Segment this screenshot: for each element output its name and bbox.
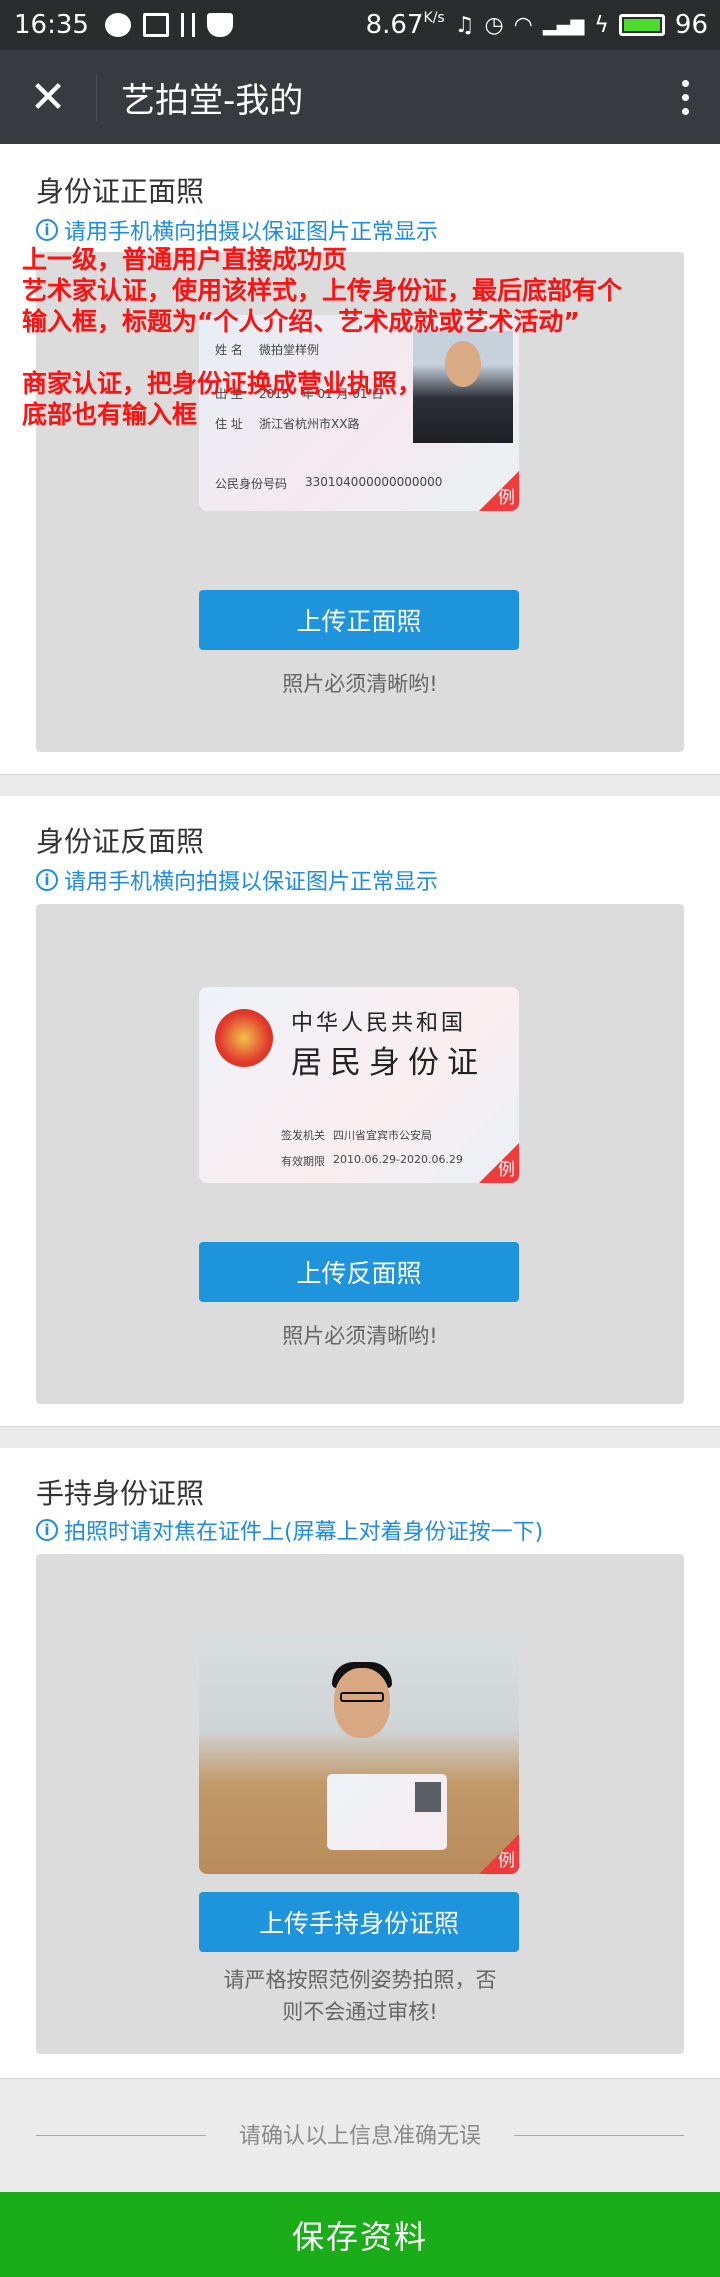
authority-label: 签发机关 <box>281 1129 325 1142</box>
status-bar: 16:35 8.67K/s ♫ ◷ ◠ ▂▄▆ ϟ 96 <box>0 0 720 50</box>
info-icon: i <box>36 869 58 891</box>
section-tip: i 请用手机横向拍摄以保证图片正常显示 <box>36 864 438 896</box>
person-head <box>334 1668 390 1738</box>
annotation-line: 上一级，普通用户直接成功页 <box>22 245 348 274</box>
info-icon: i <box>36 219 58 241</box>
page-title: 艺拍堂-我的 <box>121 80 304 121</box>
validity-value: 2010.06.29-2020.06.29 <box>333 1153 463 1166</box>
authority-value: 四川省宜宾市公安局 <box>333 1129 432 1142</box>
status-right: 8.67K/s ♫ ◷ ◠ ▂▄▆ ϟ 96 <box>366 10 708 40</box>
section-tip: i 拍照时请对焦在证件上(屏幕上对着身份证按一下) <box>36 1514 543 1546</box>
image-icon <box>142 13 169 37</box>
upload-panel: 例 上传手持身份证照 请严格按照范例姿势拍照，否 则不会通过审核! <box>36 1554 684 2054</box>
battery-icon <box>618 14 665 36</box>
divider-right <box>514 2135 684 2136</box>
save-button[interactable]: 保存资料 <box>0 2192 720 2277</box>
section-tip-text: 请用手机横向拍摄以保证图片正常显示 <box>64 870 439 895</box>
network-speed-value: 8.67 <box>365 10 424 40</box>
hint-line: 则不会通过审核! <box>282 2000 438 2024</box>
close-icon: ✕ <box>29 71 67 123</box>
more-button[interactable] <box>650 50 720 144</box>
headphones-icon: ♫ <box>454 12 475 38</box>
annotation-line: 输入框，标题为“个人介绍、艺术成就或艺术活动” <box>22 307 580 336</box>
more-dot <box>681 93 689 101</box>
status-left-icons <box>104 13 233 37</box>
section-title: 手持身份证照 <box>36 1477 205 1510</box>
section-tip-text: 拍照时请对焦在证件上(屏幕上对着身份证按一下) <box>64 1520 544 1545</box>
annotation-line: 艺术家认证，使用该样式，上传身份证，最后底部有个 <box>22 276 623 305</box>
more-dot <box>681 107 689 115</box>
status-time: 16:35 <box>14 10 89 40</box>
id-number-value: 330104000000000000 <box>305 475 443 489</box>
held-card-portrait <box>415 1782 441 1812</box>
hand-held-sample-photo: 例 <box>199 1634 519 1874</box>
example-badge-text: 例 <box>498 1160 515 1180</box>
section-title: 身份证正面照 <box>36 175 205 208</box>
confirm-text: 请确认以上信息准确无误 <box>238 2124 481 2149</box>
network-speed: 8.67K/s <box>366 10 445 40</box>
section-id-front: 身份证正面照 i 请用手机横向拍摄以保证图片正常显示 姓 名 微拍堂样例 出 生 … <box>0 144 720 775</box>
signal-4g-icon: ▂▄▆ <box>542 14 585 36</box>
id-back-sample: 中华人民共和国 居民身份证 签发机关 四川省宜宾市公安局 有效期限 2010.0… <box>199 987 519 1183</box>
hint-line: 请严格按照范例姿势拍照，否 <box>223 1968 497 1992</box>
upload-hint: 照片必须清晰哟! <box>282 1324 438 1348</box>
upload-hand-held-button[interactable]: 上传手持身份证照 <box>199 1892 519 1952</box>
upload-hint: 照片必须清晰哟! <box>282 672 438 696</box>
section-tip-text: 请用手机横向拍摄以保证图片正常显示 <box>64 220 439 245</box>
title-bar: ✕ 艺拍堂-我的 <box>0 50 720 144</box>
section-title: 身份证反面照 <box>36 825 205 858</box>
id-number-label: 公民身份号码 <box>215 477 288 491</box>
upload-hint: 请严格按照范例姿势拍照，否 则不会通过审核! <box>210 1964 510 2028</box>
example-badge-text: 例 <box>498 488 515 508</box>
section-tip: i 请用手机横向拍摄以保证图片正常显示 <box>36 214 438 246</box>
held-id-card <box>327 1774 447 1850</box>
annotation-line: 底部也有输入框 <box>22 400 198 429</box>
validity-label: 有效期限 <box>281 1155 325 1168</box>
card-name: 居民身份证 <box>291 1045 486 1081</box>
upload-panel: 中华人民共和国 居民身份证 签发机关 四川省宜宾市公安局 有效期限 2010.0… <box>36 904 684 1404</box>
close-button[interactable]: ✕ <box>0 50 96 144</box>
country-name: 中华人民共和国 <box>291 1011 467 1036</box>
title-divider <box>96 73 97 121</box>
shield-icon <box>206 13 233 37</box>
glasses <box>340 1692 384 1702</box>
weibo-icon <box>104 13 131 37</box>
upload-front-button[interactable]: 上传正面照 <box>199 590 519 650</box>
section-hand-held: 手持身份证照 i 拍照时请对焦在证件上(屏幕上对着身份证按一下) 例 上传手持身份… <box>0 1448 720 2079</box>
charging-icon: ϟ <box>594 12 609 38</box>
national-emblem-icon <box>215 1009 273 1067</box>
info-icon: i <box>36 1519 58 1541</box>
upload-back-button[interactable]: 上传反面照 <box>199 1242 519 1302</box>
more-vertical-icon <box>681 79 689 87</box>
battery-level: 96 <box>674 10 708 40</box>
example-badge-text: 例 <box>498 1851 515 1871</box>
annotation-note: 上一级，普通用户直接成功页 艺术家认证，使用该样式，上传身份证，最后底部有个 输… <box>22 244 622 430</box>
annotation-line: 商家认证，把身份证换成营业执照， <box>22 369 423 398</box>
alarm-icon: ◷ <box>484 12 504 38</box>
annotation-line <box>22 337 622 368</box>
confirm-row: 请确认以上信息准确无误 <box>0 2080 720 2190</box>
wifi-icon: ◠ <box>513 12 533 38</box>
network-speed-unit: K/s <box>423 10 445 26</box>
section-id-back: 身份证反面照 i 请用手机横向拍摄以保证图片正常显示 中华人民共和国 居民身份证 … <box>0 796 720 1427</box>
usb-icon <box>180 13 195 37</box>
